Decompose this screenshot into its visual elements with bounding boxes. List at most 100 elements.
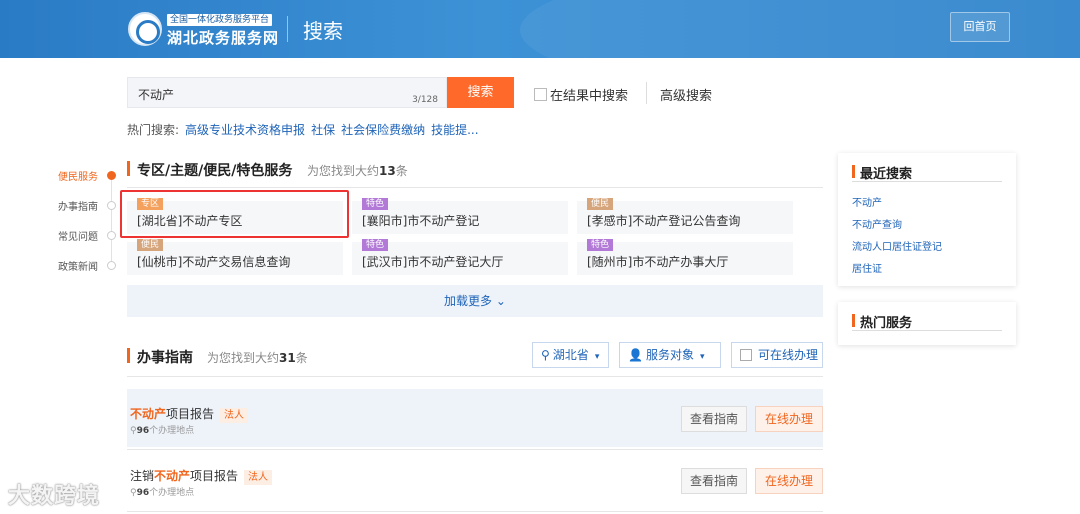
row-divider	[127, 511, 823, 512]
online-apply-button[interactable]: 在线办理	[755, 468, 823, 494]
recent-search-title: 最近搜索	[852, 163, 912, 182]
chevron-down-icon: ▾	[594, 352, 600, 362]
nav-item-label: 政策新闻	[58, 262, 98, 273]
hot-search-link[interactable]: 技能提...	[431, 123, 478, 137]
card-tag: 便民	[137, 239, 164, 251]
advanced-search-link[interactable]: 高级搜索	[660, 85, 712, 104]
search-input[interactable]: 不动产 3/128	[127, 77, 447, 108]
hot-services-panel: 热门服务	[838, 302, 1016, 345]
item-name[interactable]: 注销不动产项目报告 法人	[130, 467, 273, 485]
panel-divider	[852, 330, 1002, 331]
name-keyword: 不动产	[154, 469, 191, 483]
search-button[interactable]: 搜索	[447, 77, 514, 108]
location-count: ⚲96个办理地点	[130, 423, 194, 436]
chevron-down-icon: ▾	[699, 352, 705, 362]
user-icon: 👤	[628, 348, 643, 362]
card-title: [孝感市]不动产登记公告查询	[587, 214, 741, 228]
online-label: 可在线办理	[758, 348, 819, 362]
card-tag: 特色	[362, 239, 389, 251]
row-divider	[127, 449, 823, 450]
location-number: 96	[136, 488, 150, 498]
recent-search-link[interactable]: 不动产查询	[852, 216, 902, 231]
within-results-checkbox[interactable]	[534, 88, 547, 101]
section-divider	[127, 187, 823, 188]
home-button[interactable]: 回首页	[950, 12, 1010, 42]
page-title: 搜索	[303, 19, 343, 43]
name-keyword: 不动产	[130, 407, 167, 421]
card-title: [襄阳市]市不动产登记	[362, 214, 480, 228]
online-filter[interactable]: 可在线办理	[731, 342, 823, 368]
nav-item-label: 便民服务	[58, 172, 98, 183]
logo-title[interactable]: 湖北政务服务网	[167, 27, 279, 48]
count-number: 31	[279, 351, 296, 365]
table-row[interactable]: 不动产项目报告 法人 ⚲96个办理地点 查看指南 在线办理	[127, 389, 823, 447]
chevron-down-icon: ⌄	[495, 294, 506, 308]
nav-dot-icon	[107, 231, 116, 240]
pin-icon: ⚲	[130, 488, 137, 498]
section-divider	[127, 376, 823, 377]
view-guide-button[interactable]: 查看指南	[681, 468, 747, 494]
online-apply-button[interactable]: 在线办理	[755, 406, 823, 432]
pin-icon: ⚲	[130, 426, 137, 436]
target-filter[interactable]: 👤 服务对象 ▾	[619, 342, 721, 368]
logo-subtitle: 全国一体化政务服务平台	[167, 14, 273, 26]
service-card[interactable]: 特色 [随州市]市不动产办事大厅	[577, 239, 793, 275]
service-card[interactable]: 特色 [襄阳市]市不动产登记	[352, 198, 568, 234]
nav-item-label: 办事指南	[58, 202, 98, 213]
search-value: 不动产	[138, 88, 175, 102]
online-checkbox[interactable]	[740, 348, 752, 361]
count-prefix: 为您找到大约	[207, 351, 280, 365]
hot-search-link[interactable]: 社保	[311, 123, 335, 137]
service-card[interactable]: 特色 [武汉市]市不动产登记大厅	[352, 239, 568, 275]
card-title: [仙桃市]不动产交易信息查询	[137, 255, 291, 269]
nav-item-faq[interactable]: 常见问题	[58, 228, 128, 243]
panel-divider	[852, 181, 1002, 182]
name-suffix: 项目报告	[190, 469, 239, 483]
watermark: 大数跨境	[8, 484, 101, 509]
card-title: [武汉市]市不动产登记大厅	[362, 255, 504, 269]
within-results-label[interactable]: 在结果中搜索	[550, 85, 628, 104]
nav-item-news[interactable]: 政策新闻	[58, 258, 128, 273]
section-special-title: 专区/主题/便民/特色服务	[127, 160, 292, 180]
recent-search-panel: 最近搜索 不动产 不动产查询 流动人口居住证登记 居住证	[838, 153, 1016, 286]
site-logo-icon[interactable]	[128, 12, 162, 46]
hot-search-link[interactable]: 社会保险费缴纳	[341, 123, 425, 137]
card-title: [随州市]市不动产办事大厅	[587, 255, 729, 269]
recent-search-link[interactable]: 居住证	[852, 260, 882, 275]
service-card[interactable]: 便民 [仙桃市]不动产交易信息查询	[127, 239, 343, 275]
name-suffix: 项目报告	[166, 407, 215, 421]
region-filter[interactable]: ⚲ 湖北省 ▾	[532, 342, 609, 368]
recent-search-link[interactable]: 流动人口居住证登记	[852, 238, 942, 253]
hot-search-link[interactable]: 高级专业技术资格申报	[185, 123, 305, 137]
view-guide-button[interactable]: 查看指南	[681, 406, 747, 432]
service-card[interactable]: 便民 [孝感市]不动产登记公告查询	[577, 198, 793, 234]
count-suffix: 条	[295, 351, 308, 365]
nav-item-convenience[interactable]: 便民服务	[58, 168, 128, 183]
location-suffix: 个办理地点	[149, 426, 195, 436]
count-prefix: 为您找到大约	[307, 164, 380, 178]
nav-item-guide[interactable]: 办事指南	[58, 198, 128, 213]
section-guide-count: 为您找到大约31条	[207, 349, 308, 366]
search-char-count: 3/128	[412, 95, 438, 105]
header-divider	[287, 16, 288, 42]
item-name[interactable]: 不动产项目报告 法人	[130, 405, 249, 423]
load-more-button[interactable]: 加载更多 ⌄	[127, 285, 823, 317]
location-suffix: 个办理地点	[149, 488, 195, 498]
region-value: 湖北省	[552, 348, 589, 362]
location-number: 96	[136, 426, 150, 436]
load-more-label: 加载更多	[444, 294, 493, 308]
nav-timeline	[111, 176, 112, 266]
table-row[interactable]: 注销不动产项目报告 法人 ⚲96个办理地点 查看指南 在线办理	[127, 451, 823, 509]
location-pin-icon: ⚲	[541, 348, 550, 362]
search-divider	[646, 82, 647, 104]
recent-search-link[interactable]: 不动产	[852, 194, 882, 209]
audience-badge: 法人	[220, 408, 249, 423]
top-header: 全国一体化政务服务平台 湖北政务服务网 搜索 回首页	[0, 0, 1080, 58]
hot-search-label: 热门搜索:	[127, 123, 180, 137]
name-prefix: 注销	[130, 469, 155, 483]
nav-item-label: 常见问题	[58, 232, 98, 243]
section-guide-title: 办事指南	[127, 347, 193, 367]
highlight-box	[120, 190, 349, 238]
count-number: 13	[379, 164, 396, 178]
target-value: 服务对象	[645, 348, 694, 362]
